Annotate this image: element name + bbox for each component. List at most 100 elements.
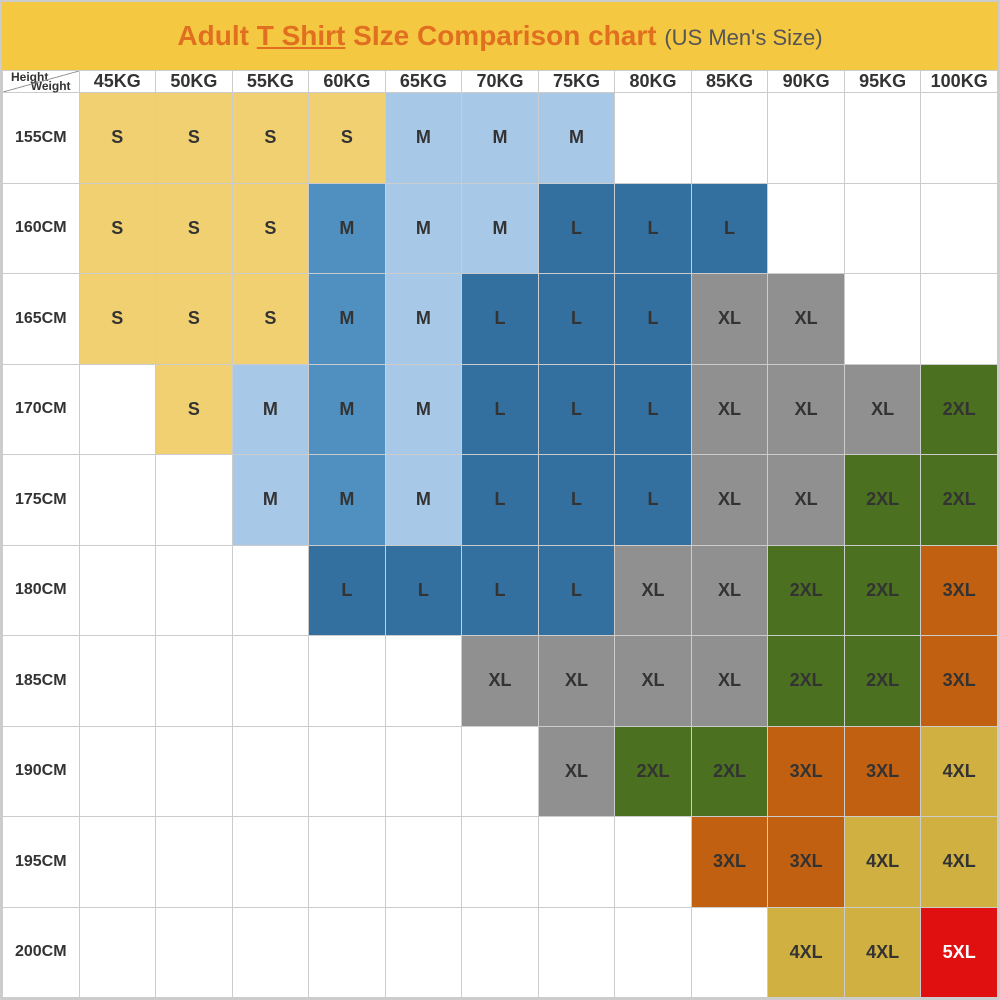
size-cell: M <box>232 364 309 455</box>
size-cell: L <box>691 183 768 274</box>
size-cell: L <box>615 455 692 546</box>
size-cell: S <box>232 93 309 184</box>
size-cell: L <box>615 274 692 365</box>
table-row: 175CMMMMLLLXLXL2XL2XL <box>3 455 998 546</box>
size-cell <box>768 183 845 274</box>
size-cell: 2XL <box>615 726 692 817</box>
size-cell: 2XL <box>844 636 921 727</box>
table-row: 160CMSSSMMMLLL <box>3 183 998 274</box>
table-row: 200CM4XL4XL5XL <box>3 907 998 998</box>
size-cell: L <box>462 545 539 636</box>
title-subtitle: (US Men's Size) <box>664 25 822 50</box>
size-cell: XL <box>615 636 692 727</box>
chart-title: Adult T Shirt SIze Comparison chart (US … <box>2 2 998 70</box>
corner-cell: WeightHeight <box>3 71 80 93</box>
size-cell: L <box>462 274 539 365</box>
size-cell <box>232 817 309 908</box>
size-cell: XL <box>768 364 845 455</box>
size-cell: 2XL <box>844 455 921 546</box>
table-row: 170CMSMMMLLLXLXLXL2XL <box>3 364 998 455</box>
size-cell: 3XL <box>844 726 921 817</box>
size-cell <box>156 636 233 727</box>
size-cell <box>79 545 156 636</box>
size-cell: S <box>156 364 233 455</box>
size-cell: S <box>309 93 386 184</box>
size-cell: M <box>462 183 539 274</box>
height-cell-160CM: 160CM <box>3 183 80 274</box>
chart-container: Adult T Shirt SIze Comparison chart (US … <box>0 0 1000 1000</box>
weight-header-85KG: 85KG <box>691 71 768 93</box>
size-cell: 4XL <box>921 817 998 908</box>
size-cell: L <box>538 183 615 274</box>
size-cell: 3XL <box>768 817 845 908</box>
size-cell: 2XL <box>768 545 845 636</box>
size-cell <box>921 274 998 365</box>
size-cell <box>844 93 921 184</box>
size-cell: M <box>385 93 462 184</box>
table-row: 180CMLLLLXLXL2XL2XL3XL <box>3 545 998 636</box>
size-cell: S <box>232 183 309 274</box>
size-cell: L <box>538 364 615 455</box>
size-cell <box>615 817 692 908</box>
size-cell: M <box>232 455 309 546</box>
size-cell <box>615 93 692 184</box>
size-cell <box>156 455 233 546</box>
table-wrapper: WeightHeight45KG50KG55KG60KG65KG70KG75KG… <box>2 70 998 998</box>
weight-label: Weight <box>31 79 71 93</box>
size-cell: M <box>309 274 386 365</box>
size-cell: 3XL <box>921 545 998 636</box>
height-cell-165CM: 165CM <box>3 274 80 365</box>
height-cell-185CM: 185CM <box>3 636 80 727</box>
size-cell: 2XL <box>921 364 998 455</box>
size-cell: S <box>156 93 233 184</box>
size-cell <box>921 93 998 184</box>
weight-header-65KG: 65KG <box>385 71 462 93</box>
size-cell <box>156 817 233 908</box>
weight-header-90KG: 90KG <box>768 71 845 93</box>
weight-header-60KG: 60KG <box>309 71 386 93</box>
size-cell <box>232 636 309 727</box>
size-cell: XL <box>615 545 692 636</box>
size-cell: XL <box>462 636 539 727</box>
size-cell <box>768 93 845 184</box>
size-cell: XL <box>844 364 921 455</box>
size-cell: XL <box>768 274 845 365</box>
weight-header-55KG: 55KG <box>232 71 309 93</box>
size-chart-table: WeightHeight45KG50KG55KG60KG65KG70KG75KG… <box>2 70 998 998</box>
size-cell <box>538 817 615 908</box>
size-cell <box>79 364 156 455</box>
size-cell <box>79 817 156 908</box>
size-cell: 4XL <box>844 907 921 998</box>
size-cell: L <box>538 455 615 546</box>
size-cell: 2XL <box>844 545 921 636</box>
size-cell: S <box>156 183 233 274</box>
height-cell-180CM: 180CM <box>3 545 80 636</box>
size-cell: S <box>232 274 309 365</box>
size-cell: 5XL <box>921 907 998 998</box>
table-row: 165CMSSSMMLLLXLXL <box>3 274 998 365</box>
size-cell <box>309 636 386 727</box>
size-cell <box>462 907 539 998</box>
size-cell <box>309 817 386 908</box>
size-cell: M <box>309 455 386 546</box>
size-cell <box>232 726 309 817</box>
size-cell <box>309 907 386 998</box>
size-cell: M <box>385 274 462 365</box>
size-cell: L <box>462 364 539 455</box>
size-cell <box>156 545 233 636</box>
weight-header-95KG: 95KG <box>844 71 921 93</box>
size-cell <box>691 93 768 184</box>
title-part3: SIze Comparison chart <box>345 20 664 51</box>
size-cell <box>79 726 156 817</box>
size-cell <box>79 636 156 727</box>
size-cell <box>232 907 309 998</box>
size-cell: L <box>385 545 462 636</box>
weight-header-80KG: 80KG <box>615 71 692 93</box>
size-cell: 4XL <box>921 726 998 817</box>
size-cell <box>385 817 462 908</box>
size-cell: XL <box>768 455 845 546</box>
height-cell-190CM: 190CM <box>3 726 80 817</box>
size-cell: L <box>615 364 692 455</box>
table-row: 195CM3XL3XL4XL4XL <box>3 817 998 908</box>
size-cell <box>79 907 156 998</box>
